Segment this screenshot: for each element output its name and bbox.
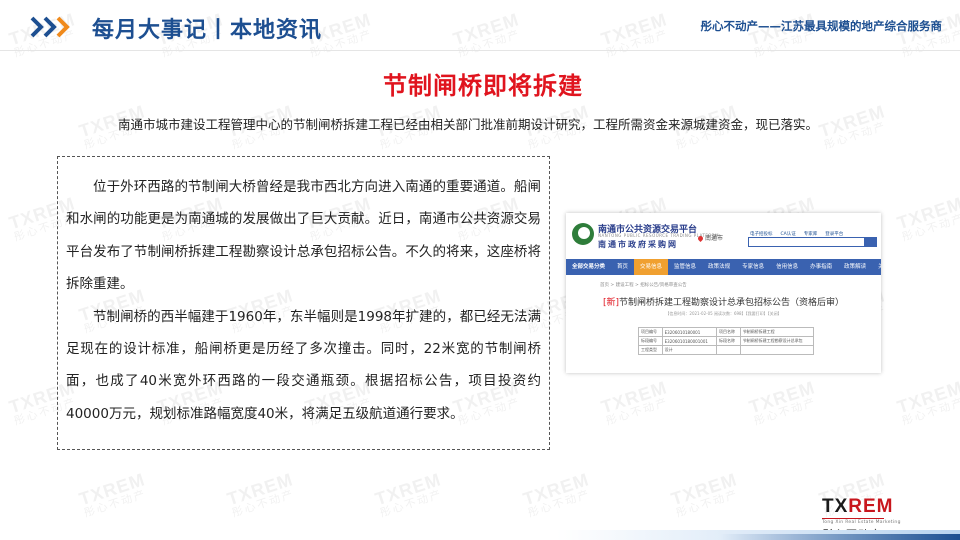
site-header: 南通市公共资源交易平台 NANTONG PUBLIC RESOURCE TRAD… bbox=[566, 213, 881, 259]
brand-wordmark: TXREM bbox=[822, 497, 901, 519]
section-title: 每月大事记丨本地资讯 bbox=[92, 18, 323, 43]
watermark-en: TXREM bbox=[894, 377, 960, 418]
city-label: 南通市 bbox=[698, 233, 723, 242]
site-name-secondary: 南通市政府采购网 bbox=[598, 240, 678, 249]
watermark-cn: 彤心不动产 bbox=[752, 396, 819, 428]
watermark-cn: 彤心不动产 bbox=[900, 396, 960, 428]
table-row: 工程类型 设计 bbox=[638, 345, 815, 355]
watermark-logo: TXREM彤心不动产 bbox=[894, 193, 960, 244]
tender-notice-screenshot: 南通市公共资源交易平台 NANTONG PUBLIC RESOURCE TRAD… bbox=[566, 213, 881, 373]
double-chevron-right-icon bbox=[30, 16, 70, 38]
site-breadcrumb: 首页 > 建设工程 > 招标公告/资格审查公告 bbox=[600, 283, 687, 288]
table-cell bbox=[716, 345, 741, 355]
watermark-cn: 彤心不动产 bbox=[230, 488, 297, 520]
site-search-input bbox=[748, 237, 866, 247]
table-cell bbox=[739, 345, 815, 355]
table-cell: 项目名称 bbox=[716, 327, 741, 337]
table-cell: 工程类型 bbox=[638, 345, 663, 355]
brand-tagline: Tong Xin Real Estate Marketing bbox=[822, 520, 901, 525]
notice-meta: 【信息时间：2021-02-05 阅读次数：698】【我要打印】【关闭】 bbox=[665, 311, 782, 316]
site-nav-item: 监管信息 bbox=[674, 264, 697, 270]
table-cell: 节制闸桥拆建工程 bbox=[739, 327, 815, 337]
article-title: 节制闸桥即将拆建 bbox=[383, 72, 583, 100]
site-nav-item: 专家信息 bbox=[742, 264, 765, 270]
new-tag: [新] bbox=[602, 298, 619, 308]
site-nav-item: 信用信息 bbox=[776, 264, 799, 270]
watermark-logo: TXREM彤心不动产 bbox=[76, 469, 151, 520]
article-paragraph-1: 位于外环西路的节制闸大桥曾经是我市西北方向进入南通的重要通道。船闸和水闸的功能更… bbox=[66, 179, 541, 293]
watermark-cn: 彤心不动产 bbox=[82, 488, 149, 520]
watermark-logo: TXREM彤心不动产 bbox=[816, 101, 891, 152]
notice-info-table: 项目编号 E3206010180001 项目名称 节制闸桥拆建工程 标段编号 E32060… bbox=[638, 327, 815, 355]
brand-underline bbox=[822, 518, 884, 519]
watermark-en: TXREM bbox=[372, 469, 444, 510]
brand-wordmark-red: REM bbox=[848, 496, 894, 517]
watermark-cn: 彤心不动产 bbox=[378, 488, 445, 520]
table-cell: 设计 bbox=[661, 345, 718, 355]
watermark-cn: 彤心不动产 bbox=[674, 488, 741, 520]
site-nav-bar: 全部交易分类 首页交易信息监管信息 政策法规 专家信息 信用信息 办事指南 政策解读 关于我 bbox=[566, 259, 881, 275]
watermark-cn: 彤心不动产 bbox=[526, 488, 593, 520]
table-row: 标段编号 E3206010180001001 标段名称 节制闸桥拆建工程勘察设计总承包 bbox=[638, 336, 815, 346]
watermark-logo: TXREM彤心不动产 bbox=[372, 469, 447, 520]
watermark-en: TXREM bbox=[894, 193, 960, 234]
article-intro: 南通市城市建设工程管理中心的节制闸桥拆建工程已经由相关部门批准前期设计研究，工程… bbox=[118, 117, 819, 132]
watermark-logo: TXREM彤心不动产 bbox=[668, 469, 743, 520]
site-nav-item: 政策解读 bbox=[844, 264, 867, 270]
table-cell: 节制闸桥拆建工程勘察设计总承包 bbox=[739, 336, 815, 346]
watermark-en: TXREM bbox=[598, 377, 670, 418]
site-nav-item: 办事指南 bbox=[810, 264, 833, 270]
watermark-en: TXREM bbox=[520, 469, 592, 510]
table-cell: E3206010180001 bbox=[661, 327, 718, 337]
table-cell: 标段名称 bbox=[716, 336, 741, 346]
company-slogan: 彤心不动产——江苏最具规模的地产综合服务商 bbox=[700, 19, 943, 33]
watermark-cn: 彤心不动产 bbox=[604, 396, 671, 428]
site-nav-item: 政策法规 bbox=[708, 264, 731, 270]
footer-gradient-strip bbox=[0, 530, 960, 540]
watermark-en: TXREM bbox=[816, 101, 888, 142]
table-cell: 项目编号 bbox=[638, 327, 663, 337]
watermark-logo: TXREM彤心不动产 bbox=[520, 469, 595, 520]
site-nav-item: 全部交易分类 bbox=[572, 264, 606, 270]
platform-logo-icon bbox=[572, 223, 594, 245]
watermark-en: TXREM bbox=[224, 469, 296, 510]
watermark-logo: TXREM彤心不动产 bbox=[894, 377, 960, 428]
page-header: 每月大事记丨本地资讯 彤心不动产——江苏最具规模的地产综合服务商 bbox=[0, 0, 960, 52]
watermark-cn: 彤心不动产 bbox=[822, 120, 889, 152]
watermark-logo: TXREM彤心不动产 bbox=[746, 377, 821, 428]
header-divider bbox=[0, 50, 960, 51]
brand-wordmark-dark: TX bbox=[822, 496, 849, 517]
table-cell: 标段编号 bbox=[638, 336, 663, 346]
watermark-cn: 彤心不动产 bbox=[900, 212, 960, 244]
article-paragraph-2: 节制闸桥的西半幅建于1960年，东半幅则是1998年扩建的，都已经无法满足现在的… bbox=[66, 308, 541, 422]
watermark-en: TXREM bbox=[76, 469, 148, 510]
table-cell: E3206010180001001 bbox=[661, 336, 718, 346]
table-row: 项目编号 E3206010180001 项目名称 节制闸桥拆建工程 bbox=[638, 327, 815, 337]
watermark-en: TXREM bbox=[746, 377, 818, 418]
article-body-box: 位于外环西路的节制闸大桥曾经是我市西北方向进入南通的重要通道。船闸和水闸的功能更… bbox=[57, 156, 550, 450]
notice-heading: [新]节制闸桥拆建工程勘察设计总承包招标公告（资格后审） bbox=[566, 295, 881, 308]
site-nav-item: 首页 bbox=[617, 264, 629, 270]
watermark-en: TXREM bbox=[668, 469, 740, 510]
watermark-logo: TXREM彤心不动产 bbox=[224, 469, 299, 520]
watermark-logo: TXREM彤心不动产 bbox=[598, 377, 673, 428]
site-nav-item: 交易信息 bbox=[634, 259, 669, 275]
site-search-button bbox=[864, 237, 877, 247]
notice-heading-text: 节制闸桥拆建工程勘察设计总承包招标公告（资格后审） bbox=[619, 298, 845, 308]
site-nav-item: 关于我 bbox=[878, 264, 881, 270]
